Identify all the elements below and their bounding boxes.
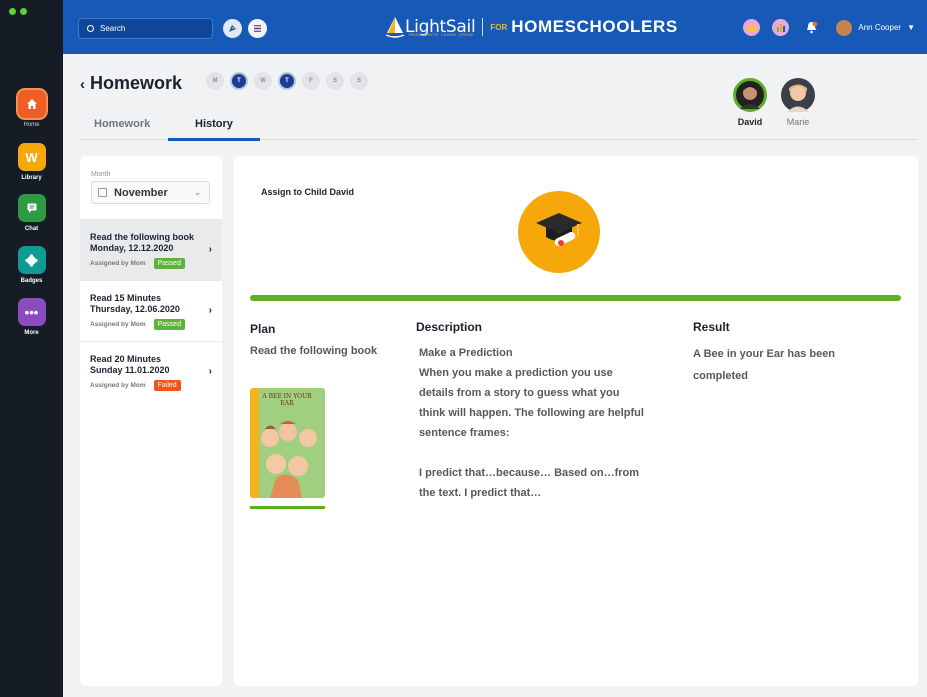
status-badge: Passed: [153, 258, 185, 269]
tab-history[interactable]: History: [195, 118, 233, 130]
chevron-right-icon: ›: [208, 305, 212, 316]
avatar: [733, 78, 767, 112]
detail-panel: Assign to Child David Plan Read the foll…: [234, 156, 918, 686]
rail-item-chat[interactable]: Chat: [0, 194, 63, 232]
child-david[interactable]: David: [730, 78, 770, 127]
plan-heading: Plan: [250, 322, 276, 336]
notification-bell-icon[interactable]: [803, 19, 820, 36]
logo-product: HOMESCHOOLERS: [511, 17, 678, 36]
day-friday[interactable]: F: [302, 72, 320, 90]
book-cover-title: A BEE IN YOUR EAR: [262, 393, 312, 407]
user-menu[interactable]: Ann Cooper ▼: [743, 19, 915, 36]
status-badge: Passed: [153, 319, 185, 330]
rail-item-more[interactable]: ••• More: [0, 298, 63, 336]
logo-tagline: READ. WRITE. LEARN. GROW.: [409, 32, 475, 37]
chevron-down-icon[interactable]: ▼: [907, 23, 915, 32]
assign-label: Assign to Child David: [261, 187, 355, 197]
month-select[interactable]: November ⌄: [91, 181, 210, 204]
description-heading: Description: [416, 320, 483, 334]
day-sunday[interactable]: S: [350, 72, 368, 90]
more-icon: •••: [17, 298, 46, 326]
book-cover[interactable]: A BEE IN YOUR EAR: [250, 388, 325, 498]
rail-item-badges[interactable]: Badges: [0, 246, 63, 284]
status-badge: Failed: [153, 380, 181, 391]
home-icon: [17, 90, 46, 118]
week-days: M T W T F S S: [206, 72, 368, 90]
book-underline: [250, 506, 325, 509]
search-input[interactable]: Search: [78, 18, 213, 39]
search-icon: [87, 25, 94, 32]
result-heading: Result: [693, 320, 730, 334]
window-dots: [9, 8, 27, 15]
avatar: [781, 78, 815, 112]
day-thursday[interactable]: T: [278, 72, 296, 90]
tab-homework[interactable]: Homework: [94, 118, 150, 130]
book-icon[interactable]: [743, 19, 761, 36]
top-bar: Search LightSail READ. WRITE. LEARN. GRO…: [63, 0, 927, 54]
user-name[interactable]: Ann Cooper: [858, 23, 901, 32]
chevron-right-icon: ›: [208, 244, 212, 255]
child-marie[interactable]: Marie: [778, 78, 818, 127]
calendar-icon: [98, 188, 107, 197]
search-placeholder: Search: [100, 24, 126, 33]
logo-for: FOR: [490, 22, 508, 32]
history-panel: Month November ⌄ Read the following book…: [80, 156, 222, 686]
day-saturday[interactable]: S: [326, 72, 344, 90]
progress-bar: [250, 295, 901, 301]
plan-text: Read the following book: [250, 345, 378, 357]
history-item[interactable]: Read the following book Monday, 12.12.20…: [80, 219, 222, 280]
rocket-icon[interactable]: [223, 19, 242, 38]
logo-divider: [482, 18, 484, 36]
chevron-right-icon: ›: [208, 366, 212, 377]
avatar[interactable]: [836, 19, 853, 36]
rail-item-home[interactable]: Home: [0, 90, 63, 128]
active-tab-underline: [168, 138, 260, 141]
result-text: A Bee in your Ear has been completed: [693, 348, 836, 382]
history-item[interactable]: Read 20 Minutes Sunday 11.01.2020 › Assi…: [80, 341, 222, 402]
left-rail: Home W Library Chat Badges ••• More: [0, 0, 63, 697]
badge-icon: [17, 246, 46, 274]
page-title: ‹ Homework: [80, 73, 183, 93]
stats-icon[interactable]: [772, 19, 790, 36]
rail-item-library[interactable]: W Library: [0, 143, 63, 181]
chevron-down-icon: ⌄: [194, 188, 201, 197]
month-label: Month: [91, 171, 111, 178]
graduation-icon: [518, 191, 600, 273]
day-monday[interactable]: M: [206, 72, 224, 90]
list-icon[interactable]: [248, 19, 267, 38]
chat-icon: [17, 194, 46, 222]
day-wednesday[interactable]: W: [254, 72, 272, 90]
lightsail-logo-icon: [385, 17, 405, 38]
app-logo: LightSail READ. WRITE. LEARN. GROW. FOR …: [385, 12, 678, 42]
description-text: Make a Prediction When you make a predic…: [419, 347, 644, 499]
library-icon: W: [17, 143, 46, 171]
back-icon[interactable]: ‹: [80, 76, 85, 93]
history-item[interactable]: Read 15 Minutes Thursday, 12.06.2020 › A…: [80, 280, 222, 341]
day-tuesday[interactable]: T: [230, 72, 248, 90]
